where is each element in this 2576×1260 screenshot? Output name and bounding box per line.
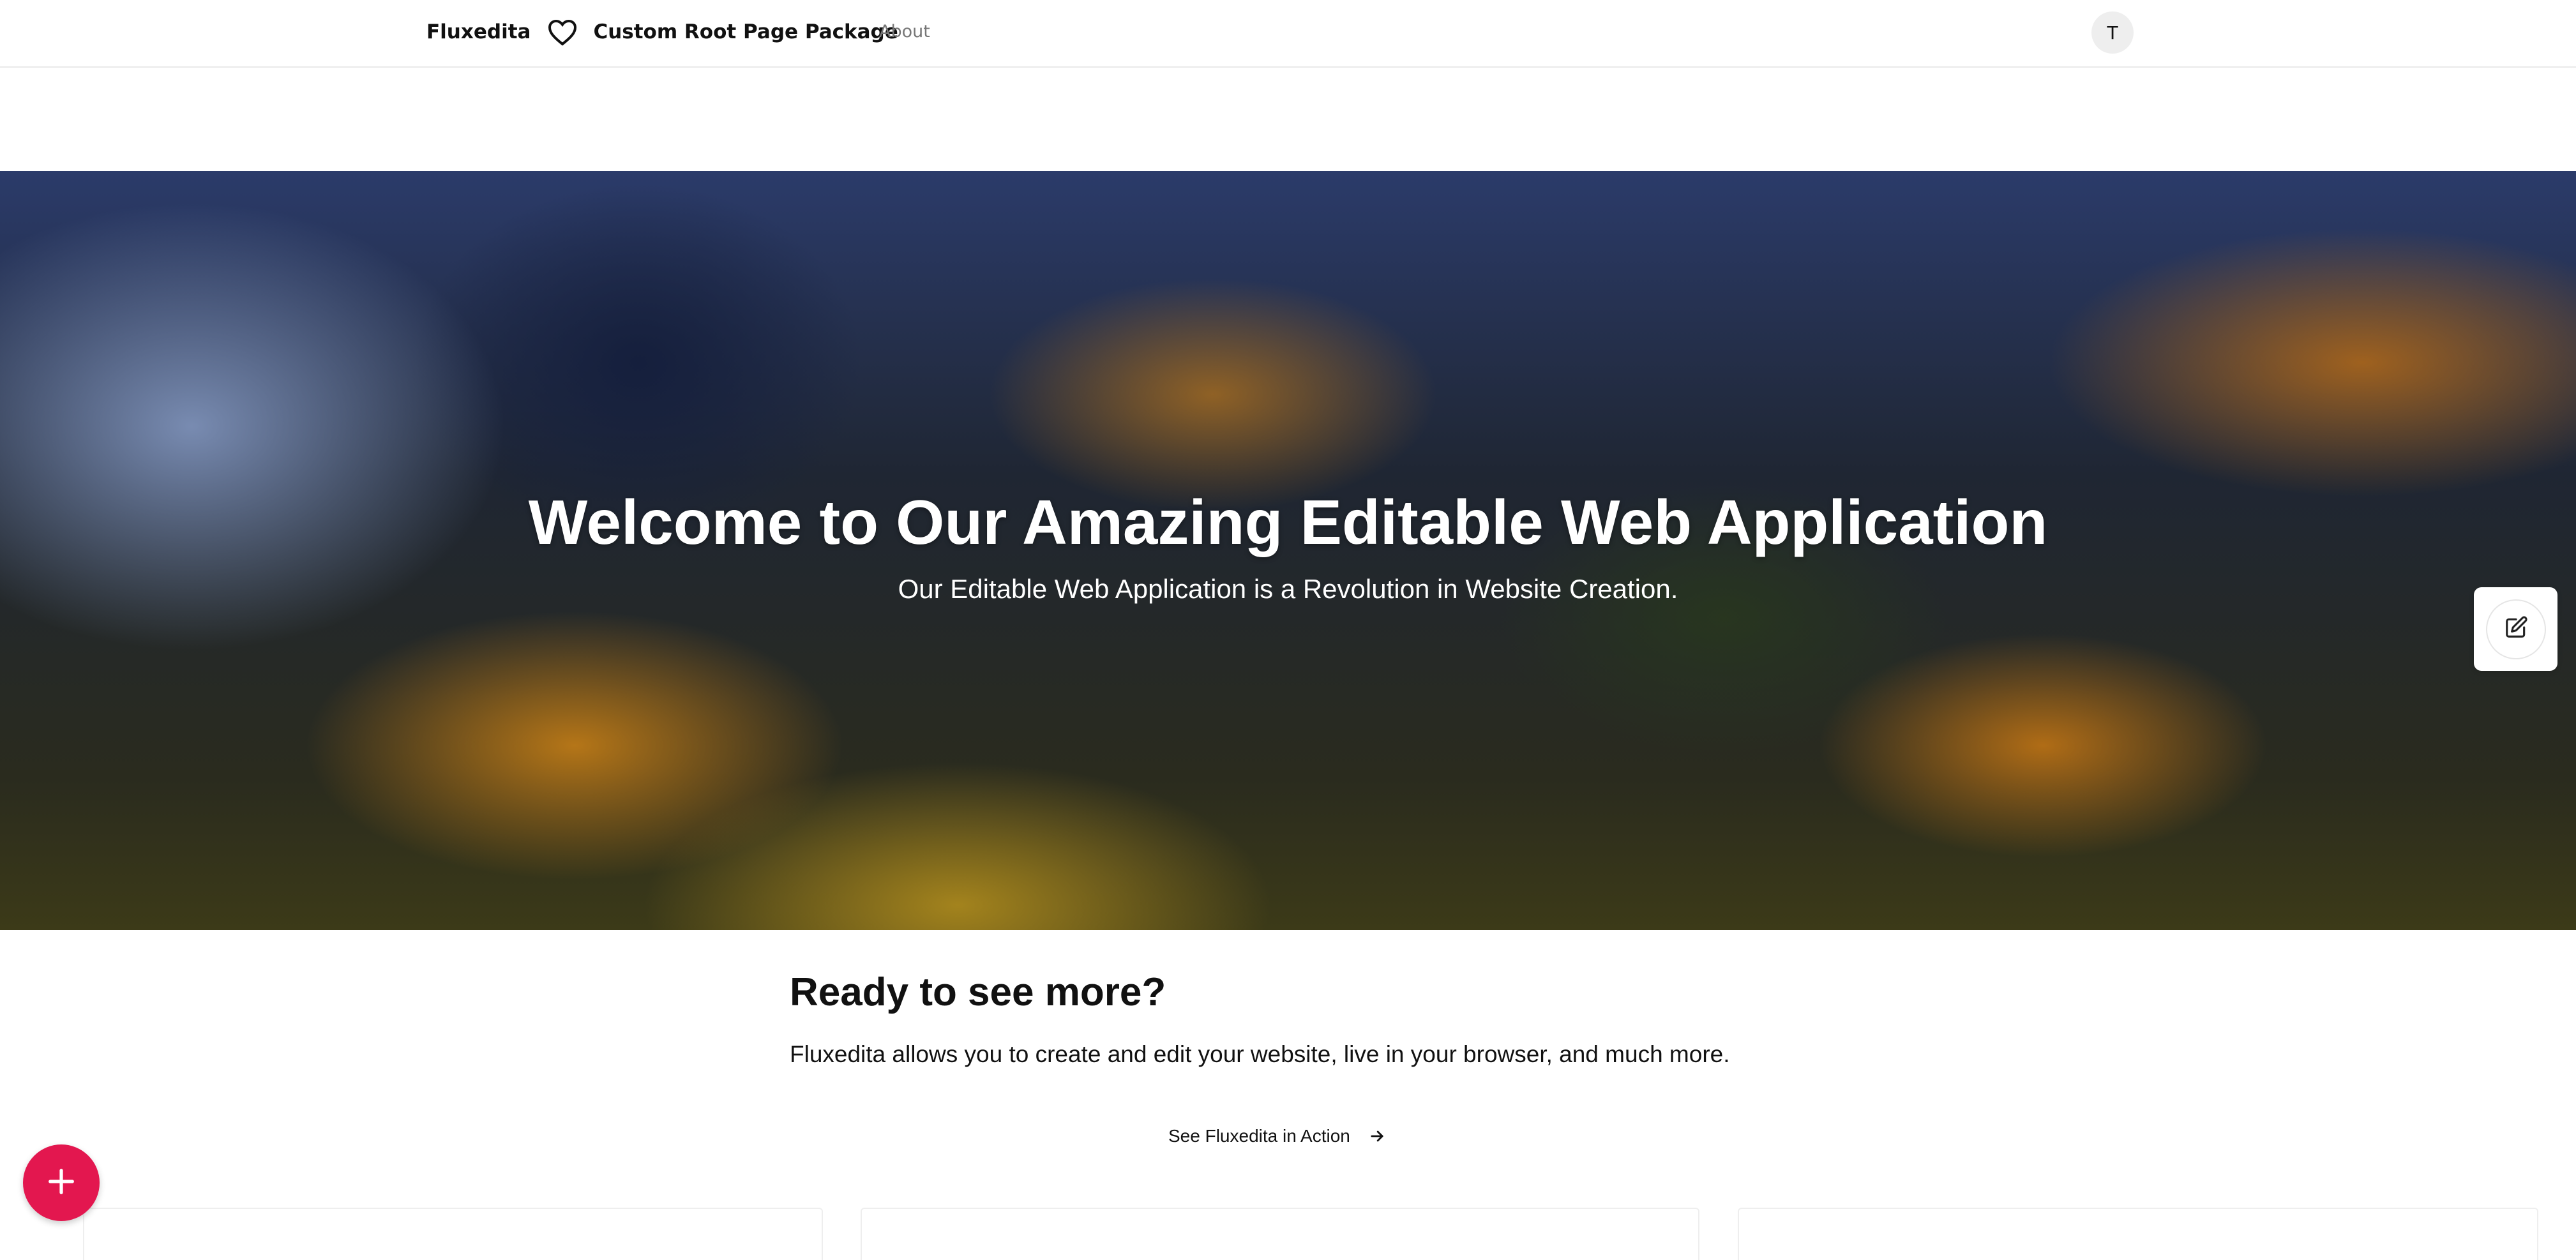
edit-icon: [2504, 615, 2528, 643]
package-name[interactable]: Custom Root Page Package: [593, 20, 898, 43]
brand-name[interactable]: Fluxedita: [426, 20, 531, 43]
avatar-initial: T: [2107, 22, 2118, 43]
cta-label: See Fluxedita in Action: [1168, 1126, 1350, 1146]
brand[interactable]: Fluxedita Custom Root Page Package: [426, 18, 898, 46]
edit-button-ring: [2485, 599, 2546, 659]
arrow-right-icon: [1368, 1127, 1386, 1145]
feature-card[interactable]: [861, 1208, 1699, 1260]
section-title: Ready to see more?: [790, 970, 1166, 1014]
plus-icon: [45, 1165, 78, 1201]
heart-icon: [546, 17, 579, 47]
feature-card[interactable]: [83, 1208, 823, 1260]
see-in-action-link[interactable]: See Fluxedita in Action: [1168, 1126, 1386, 1146]
avatar[interactable]: T: [2091, 11, 2134, 54]
add-fab-button[interactable]: [23, 1144, 100, 1221]
section-text: Fluxedita allows you to create and edit …: [790, 1041, 1730, 1067]
hero-title: Welcome to Our Amazing Editable Web Appl…: [528, 487, 2048, 557]
edit-page-button[interactable]: [2474, 587, 2557, 671]
feature-card[interactable]: [1738, 1208, 2538, 1260]
hero-banner: Welcome to Our Amazing Editable Web Appl…: [0, 171, 2576, 930]
hero-subtitle: Our Editable Web Application is a Revolu…: [898, 574, 1678, 604]
top-nav-bar: Fluxedita Custom Root Page Package About…: [0, 0, 2576, 68]
nav-about-link[interactable]: About: [879, 22, 930, 41]
